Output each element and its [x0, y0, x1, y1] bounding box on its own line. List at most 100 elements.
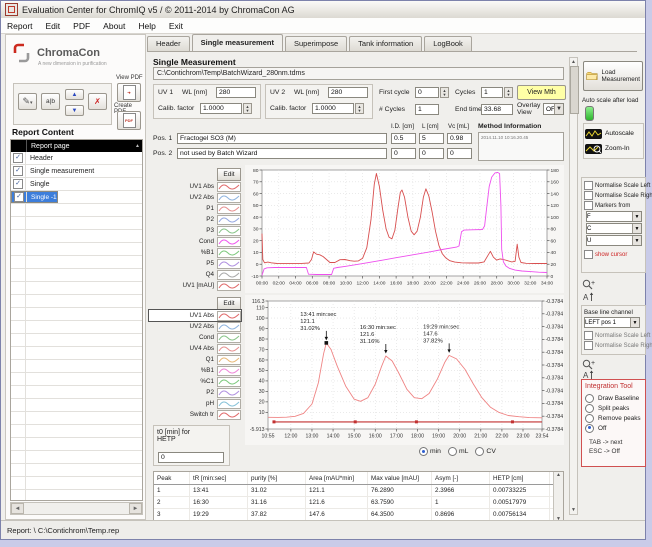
channel-curve-icon[interactable] [217, 377, 241, 387]
channel-curve-icon[interactable] [217, 355, 241, 365]
menu-item-edit[interactable]: Edit [46, 21, 61, 31]
unit-radio-cv[interactable]: CV [475, 447, 495, 456]
top-channel-uv1-abs[interactable]: UV1 Abs [149, 181, 241, 192]
uv1-calib-input[interactable]: 1.0000 [200, 103, 242, 114]
menu-item-exit[interactable]: Exit [169, 21, 183, 31]
report-page-row[interactable]: ✓Single measurement [11, 165, 142, 178]
report-page-row[interactable]: ✓Single -1 [11, 191, 58, 203]
channel-curve-icon[interactable] [217, 388, 241, 398]
uv2-calib-spinner[interactable]: ▲▼ [355, 103, 364, 114]
cycles-input[interactable]: 1 [481, 87, 503, 98]
channel-curve-icon[interactable] [217, 333, 241, 343]
pos1-vc-input[interactable]: 0.98 [447, 133, 472, 144]
autoscale-after-load-led[interactable] [585, 106, 594, 121]
marker-channel-select-1[interactable]: F▼ [586, 211, 642, 222]
tab-logbook[interactable]: LogBook [424, 36, 472, 51]
channel-curve-icon[interactable] [217, 226, 241, 236]
bottom-channel-switch-tr[interactable]: Switch tr [149, 409, 241, 420]
markers-from-checkbox[interactable]: Markers from [584, 201, 643, 210]
load-measurement-button[interactable]: Load Measurement [583, 61, 643, 91]
channel-curve-icon[interactable] [217, 259, 241, 269]
chromatogram-overview-chart[interactable]: 00:0002:0004:0006:0008:0010:0012:0014:00… [245, 165, 564, 293]
view-mth-button[interactable]: View Mth [517, 85, 566, 100]
pos2-vc-input[interactable]: 0 [447, 148, 472, 159]
uv2-wl-input[interactable]: 280 [328, 87, 368, 98]
bottom-channel--c1[interactable]: %C1 [149, 376, 241, 387]
page-checkbox[interactable]: ✓ [13, 179, 23, 189]
measurement-file-path[interactable]: C:\Contichrom\Temp\BatchWizard_280nm.tdm… [153, 67, 564, 80]
baseline-normalise-right-checkbox[interactable]: Normalise Scale Right [584, 341, 643, 350]
pos1-input[interactable]: Fractogel SO3 (M) [177, 133, 387, 144]
pos2-l-input[interactable]: 0 [419, 148, 444, 159]
top-channel-cond[interactable]: Cond [149, 236, 241, 247]
pos2-id-input[interactable]: 0 [391, 148, 416, 159]
main-vertical-scrollbar[interactable]: ▲ ▼ [569, 57, 578, 515]
peak-table-scrollbar[interactable]: ▲ ▼ [553, 472, 563, 522]
overlay-view-select[interactable]: OFF ▼ [543, 103, 564, 115]
top-channel-p3[interactable]: P3 [149, 225, 241, 236]
edit-report-button[interactable]: ✎▾ [18, 93, 37, 110]
unit-radio-ml[interactable]: mL [448, 447, 468, 456]
channel-curve-icon[interactable] [217, 281, 241, 291]
uv2-calib-input[interactable]: 1.0000 [312, 103, 354, 114]
channel-curve-icon[interactable] [217, 204, 241, 214]
scroll-down-icon[interactable]: ▼ [571, 507, 576, 513]
pos2-input[interactable]: not used by Batch Wizard [177, 148, 387, 159]
channel-curve-icon[interactable] [217, 322, 241, 332]
peak-integration-chart[interactable]: 10:5512:0013:0014:0015:0016:0017:0018:00… [245, 295, 564, 445]
channel-curve-icon[interactable] [217, 193, 241, 203]
top-channel-p2[interactable]: P2 [149, 214, 241, 225]
menu-item-pdf[interactable]: PDF [73, 21, 90, 31]
channel-curve-icon[interactable] [217, 270, 241, 280]
zoom-in-button[interactable]: Zoom-In [585, 141, 642, 156]
create-pdf-button[interactable]: PDF [117, 111, 141, 130]
scrollbar-thumb[interactable] [570, 66, 579, 114]
channel-curve-icon[interactable] [217, 237, 241, 247]
page-checkbox[interactable]: ✓ [13, 166, 23, 176]
baseline-normalise-left-checkbox[interactable]: Normalise Scale Left [584, 331, 643, 340]
autoscale-a-icon-button[interactable]: A [582, 291, 595, 303]
report-page-row[interactable]: ✓Header [11, 152, 142, 165]
move-down-button[interactable]: ▼ [65, 105, 84, 116]
baseline-channel-select[interactable]: LEFT pos 1▼ [584, 317, 640, 328]
channel-curve-icon[interactable] [217, 311, 241, 321]
uv1-wl-input[interactable]: 280 [216, 87, 256, 98]
uv1-calib-spinner[interactable]: ▲▼ [243, 103, 252, 114]
delete-page-button[interactable]: ✗ [88, 93, 107, 110]
bottom-channel-uv2-abs[interactable]: UV2 Abs [149, 321, 241, 332]
end-time-input[interactable]: 33.68 [481, 104, 513, 115]
channel-curve-icon[interactable] [217, 399, 241, 409]
top-channel-uv2-abs[interactable]: UV2 Abs [149, 192, 241, 203]
channel-curve-icon[interactable] [217, 215, 241, 225]
top-channel-p5[interactable]: P5 [149, 258, 241, 269]
rename-button[interactable]: a|b [41, 93, 60, 110]
menu-item-help[interactable]: Help [138, 21, 155, 31]
scroll-up-icon[interactable]: ▲ [135, 143, 140, 149]
sidebar-horizontal-scrollbar[interactable]: ◄ ► [10, 502, 143, 515]
tab-tank-information[interactable]: Tank information [349, 36, 422, 51]
channel-curve-icon[interactable] [217, 410, 241, 420]
page-checkbox[interactable]: ✓ [14, 192, 24, 202]
t0-input[interactable]: 0 [158, 452, 224, 463]
move-up-button[interactable]: ▲ [65, 89, 84, 100]
scroll-right-icon[interactable]: ► [129, 503, 142, 514]
edit-bottom-chart-button[interactable]: Edit [217, 297, 241, 310]
normalise-scale-right-checkbox[interactable]: Normalise Scale Right [584, 191, 643, 200]
report-page-row[interactable]: ✓Single [11, 178, 142, 191]
integration-option-off[interactable]: Off [585, 423, 642, 433]
bottom-channel--b1[interactable]: %B1 [149, 365, 241, 376]
menu-item-report[interactable]: Report [7, 21, 33, 31]
edit-top-chart-button[interactable]: Edit [217, 168, 241, 181]
channel-curve-icon[interactable] [217, 344, 241, 354]
bottom-channel-uv1-abs[interactable]: UV1 Abs [149, 310, 241, 321]
channel-curve-icon[interactable] [217, 248, 241, 258]
pos1-id-input[interactable]: 0.5 [391, 133, 416, 144]
page-checkbox[interactable]: ✓ [13, 153, 23, 163]
integration-option-draw-baseline[interactable]: Draw Baseline [585, 393, 642, 403]
channel-curve-icon[interactable] [217, 182, 241, 192]
scroll-up-icon[interactable]: ▲ [556, 472, 561, 478]
scroll-up-icon[interactable]: ▲ [571, 59, 576, 65]
bottom-channel-p2[interactable]: P2 [149, 387, 241, 398]
peak-table-row[interactable]: 113:4131.02121.176.28902.39660.00733225 [154, 485, 563, 497]
autoscale-button[interactable]: Autoscale [585, 126, 642, 141]
